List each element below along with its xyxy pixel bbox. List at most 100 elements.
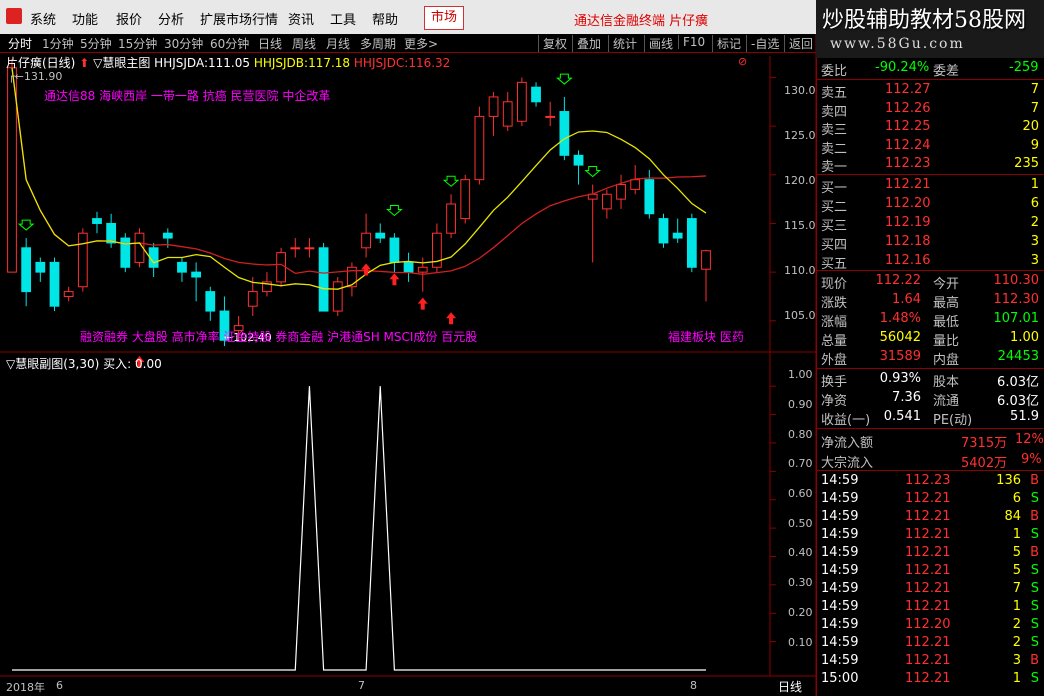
stat-value: 31589 (879, 349, 921, 364)
net-inflow-label: 净流入额 (821, 436, 874, 451)
stat-row: 涨跌 1.64 最高 112.30 (821, 292, 1043, 311)
indicator-dropdown-icon[interactable]: ▽ (93, 56, 102, 70)
candle-body (375, 232, 386, 239)
sub-indicator-dropdown-icon[interactable]: ▽ (6, 357, 15, 371)
bid-volume: 2 (1030, 215, 1039, 230)
tick-row: 14:59 112.21 5 B (821, 545, 1043, 563)
stat2-value: 6.03亿 (997, 375, 1039, 390)
main-indicator-name[interactable]: 慧眼主图 (102, 56, 150, 70)
sub-indicator-name[interactable]: 慧眼副图(3,30) (15, 357, 99, 371)
candle-body (701, 250, 711, 270)
hhjsjdc-value: 116.32 (408, 56, 451, 70)
tick-row: 14:59 112.21 7 S (821, 581, 1043, 599)
y-tick-120: 120.0 (784, 174, 816, 187)
stat-label: 外盘 (821, 353, 848, 368)
bid-price: 112.20 (885, 196, 931, 211)
tick-volume: 3 (1012, 653, 1021, 668)
candle-body (545, 115, 556, 118)
sell-signal-icon (584, 166, 602, 178)
zoom-icon[interactable]: ⊘ (738, 55, 747, 68)
tick-time: 14:59 (821, 617, 859, 632)
tick-price: 112.21 (905, 671, 951, 686)
tick-time: 14:59 (821, 491, 859, 506)
bid-row: 买四 112.18 3 (821, 234, 1043, 253)
tick-volume: 2 (1012, 635, 1021, 650)
tick-price: 112.23 (905, 473, 951, 488)
sub-y-tick-07: 0.70 (788, 457, 813, 470)
ask-volume: 235 (1014, 156, 1039, 171)
y-tick-105: 105.0 (784, 309, 816, 322)
candle-body (573, 154, 584, 166)
ask-volume: 20 (1022, 119, 1039, 134)
ask-label: 卖三 (821, 123, 848, 138)
chart-canvas[interactable] (0, 0, 816, 696)
bid-label: 买一 (821, 181, 848, 196)
weibi-label: 委比 (821, 64, 848, 79)
candle-body (162, 232, 173, 239)
ask-row: 卖五 112.27 7 (821, 82, 1043, 101)
ask-price: 112.23 (885, 156, 931, 171)
tick-side: S (1030, 581, 1039, 596)
stat2-value: 6.03亿 (997, 394, 1039, 409)
tick-time: 14:59 (821, 635, 859, 650)
hhjsjdb-value: 117.18 (308, 56, 351, 70)
tick-time: 14:59 (821, 563, 859, 578)
buy-signal-icon (417, 297, 428, 310)
candle-body (290, 247, 301, 250)
bid-volume: 6 (1030, 196, 1039, 211)
stat-value: 1.00 (1010, 330, 1039, 345)
stat-row: 现价 112.22 今开 110.30 (821, 273, 1043, 292)
block-inflow-pct: 9% (1021, 452, 1042, 467)
candle-body (77, 232, 88, 288)
tick-row: 14:59 112.21 6 S (821, 491, 1043, 509)
tick-price: 112.21 (905, 653, 951, 668)
tick-price: 112.21 (905, 635, 951, 650)
stat-value: 110.30 (993, 273, 1040, 288)
sell-signal-icon (17, 219, 35, 231)
ask-label: 卖一 (821, 160, 848, 175)
concept-tags-bottom: 融资融券 大盘股 高市净率 证金持股 券商金融 沪港通SH MSCI成份 百元股 (80, 330, 478, 344)
weicha-label: 委差 (933, 64, 960, 79)
tick-time: 14:59 (821, 545, 859, 560)
sell-signal-icon (442, 175, 460, 187)
stat-value: 56042 (879, 330, 921, 345)
tick-row: 14:59 112.21 1 S (821, 527, 1043, 545)
tick-time: 14:59 (821, 527, 859, 542)
stat2-value: 0.541 (883, 409, 921, 424)
tick-time: 14:59 (821, 509, 859, 524)
tick-row: 14:59 112.20 2 S (821, 617, 1043, 635)
block-inflow-value: 5402万 (961, 456, 1008, 471)
bid-price: 112.16 (885, 253, 931, 268)
tick-volume: 5 (1012, 563, 1021, 578)
candle-body (474, 115, 485, 181)
stat-row: 外盘 31589 内盘 24453 (821, 349, 1043, 368)
stat2-row: 净资 7.36 流通 6.03亿 (821, 390, 1043, 409)
stat-label: 总量 (821, 334, 848, 349)
tick-row: 14:59 112.21 5 S (821, 563, 1043, 581)
bid-row: 买三 112.19 2 (821, 215, 1043, 234)
stat-label: 最低 (933, 315, 960, 330)
tick-side: S (1030, 491, 1039, 506)
stat-label: 今开 (933, 277, 960, 292)
ask-price: 112.24 (885, 137, 931, 153)
high-price-marker: ┌←131.90 (8, 70, 63, 83)
tick-volume: 136 (996, 473, 1021, 488)
tick-side: S (1030, 563, 1039, 578)
tick-price: 112.21 (905, 581, 951, 596)
period-label[interactable]: 日线 (778, 678, 802, 695)
candle-body (361, 232, 371, 249)
candle-body (672, 232, 683, 239)
tick-price: 112.21 (905, 509, 951, 524)
tick-price: 112.21 (905, 563, 951, 578)
stat2-row: 换手 0.93% 股本 6.03亿 (821, 371, 1043, 390)
candle-body (446, 203, 456, 234)
tick-volume: 1 (1012, 599, 1021, 614)
sub-y-tick-01: 0.10 (788, 636, 813, 649)
tick-side: B (1030, 473, 1039, 488)
y-tick-125: 125.0 (784, 129, 816, 142)
bid-row: 买五 112.16 3 (821, 253, 1043, 272)
stat-label: 量比 (933, 334, 960, 349)
candle-body (686, 218, 697, 268)
y-tick-110: 110.0 (784, 264, 816, 277)
tick-price: 112.21 (905, 527, 951, 542)
